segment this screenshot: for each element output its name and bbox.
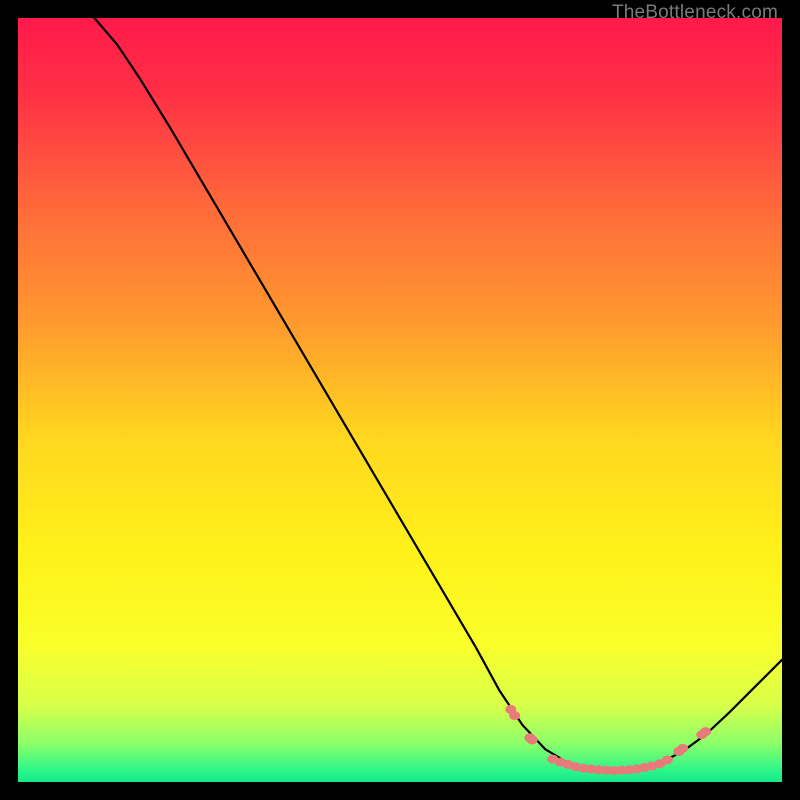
chart-svg: [18, 18, 782, 782]
gradient-background: [18, 18, 782, 782]
marker-dot: [662, 755, 673, 764]
marker-dot: [509, 711, 520, 720]
marker-dot: [527, 735, 538, 744]
watermark-text: TheBottleneck.com: [612, 2, 778, 24]
marker-dot: [677, 744, 688, 753]
marker-dot: [700, 727, 711, 736]
chart-frame: [18, 18, 782, 782]
